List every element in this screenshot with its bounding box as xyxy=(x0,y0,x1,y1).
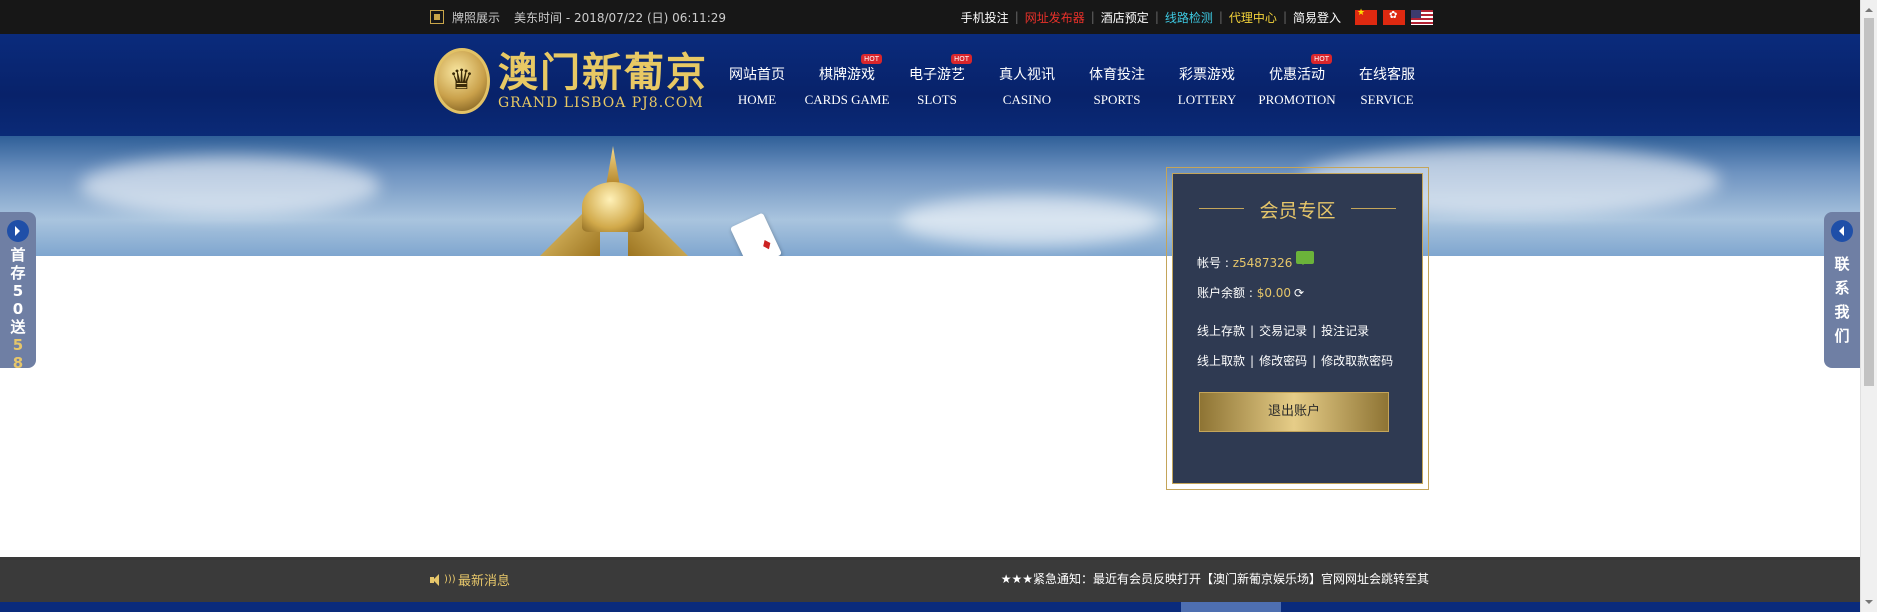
account-row: 帐号 : z5487326 xyxy=(1197,251,1315,271)
hotel-booking-link[interactable]: 酒店预定 xyxy=(1095,9,1155,26)
logo-title: 澳门新葡京 xyxy=(498,49,708,96)
logo-emblem-icon xyxy=(434,48,490,114)
nav-slots[interactable]: HOT 电子游艺 SLOTS xyxy=(892,34,982,136)
hot-badge: HOT xyxy=(1310,54,1332,64)
hk-flag-icon[interactable] xyxy=(1383,9,1405,25)
nav-sports[interactable]: 体育投注 SPORTS xyxy=(1072,34,1162,136)
news-marquee[interactable]: ★★★紧急通知：最近有会员反映打开【澳门新葡京娱乐场】官网网址会跳转至其 xyxy=(1001,557,1429,602)
deposit-promo-tab[interactable]: 首存50送58元 xyxy=(0,212,36,390)
agent-center-link[interactable]: 代理中心 xyxy=(1223,9,1283,26)
simple-login-link[interactable]: 简易登入 xyxy=(1287,9,1347,26)
top-bar-left: 牌照展示 美东时间 - 2018/07/22 (日) 06:11:29 xyxy=(430,0,726,34)
nav-promotion[interactable]: HOT 优惠活动 PROMOTION xyxy=(1252,34,1342,136)
playing-card-image xyxy=(729,212,783,256)
member-panel: 会员专区 帐号 : z5487326 账户余额 : $0.00 ⟳ 线上存款 | 交易… xyxy=(1166,167,1429,490)
member-links-row2: 线上取款 | 修改密码 | 修改取款密码 xyxy=(1197,354,1394,368)
member-links-row1: 线上存款 | 交易记录 | 投注记录 xyxy=(1197,324,1370,338)
header: 澳门新葡京 GRAND LISBOA PJ8.COM 网站首页 HOME HOT… xyxy=(0,34,1860,138)
us-flag-icon[interactable] xyxy=(1411,9,1433,25)
bottom-tab xyxy=(1181,602,1281,612)
license-link[interactable]: 牌照展示 xyxy=(452,9,500,26)
line-check-link[interactable]: 线路检测 xyxy=(1159,9,1219,26)
news-label: ))) 最新消息 xyxy=(430,557,510,602)
arrow-left-icon[interactable] xyxy=(1831,220,1853,242)
speaker-icon: ))) xyxy=(430,573,456,587)
casino-tower-image xyxy=(540,146,690,256)
nav-service[interactable]: 在线客服 SERVICE xyxy=(1342,34,1432,136)
hero-banner xyxy=(0,136,1860,256)
main-nav: 网站首页 HOME HOT 棋牌游戏 CARDS GAME HOT 电子游艺 S… xyxy=(712,34,1432,136)
news-bar: ))) 最新消息 ★★★紧急通知：最近有会员反映打开【澳门新葡京娱乐场】官网网址… xyxy=(0,557,1860,602)
scroll-down-icon[interactable] xyxy=(1865,600,1873,608)
bottom-strip xyxy=(0,602,1860,612)
arrow-right-icon[interactable] xyxy=(7,220,29,242)
account-id: z5487326 xyxy=(1232,256,1293,270)
online-withdraw-link[interactable]: 线上取款 xyxy=(1197,354,1245,368)
logout-button[interactable]: 退出账户 xyxy=(1199,392,1389,432)
balance-value: $0.00 xyxy=(1256,286,1292,300)
hot-badge: HOT xyxy=(950,54,972,64)
top-bar: 牌照展示 美东时间 - 2018/07/22 (日) 06:11:29 手机投注… xyxy=(0,0,1860,34)
nav-casino[interactable]: 真人视讯 CASINO xyxy=(982,34,1072,136)
bet-record-link[interactable]: 投注记录 xyxy=(1321,324,1369,338)
mobile-bet-link[interactable]: 手机投注 xyxy=(955,9,1015,26)
member-panel-title: 会员专区 xyxy=(1173,196,1422,223)
change-withdraw-password-link[interactable]: 修改取款密码 xyxy=(1321,354,1393,368)
refresh-icon[interactable]: ⟳ xyxy=(1294,286,1304,300)
transaction-record-link[interactable]: 交易记录 xyxy=(1259,324,1307,338)
time-display: 美东时间 - 2018/07/22 (日) 06:11:29 xyxy=(514,10,727,25)
nav-lottery[interactable]: 彩票游戏 LOTTERY xyxy=(1162,34,1252,136)
scroll-up-icon[interactable] xyxy=(1865,4,1873,12)
balance-row: 账户余额 : $0.00 ⟳ xyxy=(1197,286,1305,300)
scrollbar[interactable] xyxy=(1860,0,1877,612)
license-icon xyxy=(430,10,444,24)
url-publisher-link[interactable]: 网址发布器 xyxy=(1019,9,1091,26)
contact-us-tab[interactable]: 联系我们 xyxy=(1824,212,1860,368)
logo-subtitle: GRAND LISBOA PJ8.COM xyxy=(498,95,704,111)
top-bar-links: 手机投注 | 网址发布器 | 酒店预定 | 线路检测 | 代理中心 | 简易登入 xyxy=(955,0,1433,34)
change-password-link[interactable]: 修改密码 xyxy=(1259,354,1307,368)
logo[interactable]: 澳门新葡京 GRAND LISBOA PJ8.COM xyxy=(434,48,708,114)
language-flags xyxy=(1355,8,1433,25)
cn-flag-icon[interactable] xyxy=(1355,8,1377,25)
scroll-thumb[interactable] xyxy=(1864,18,1874,386)
nav-home[interactable]: 网站首页 HOME xyxy=(712,34,802,136)
nav-cards-game[interactable]: HOT 棋牌游戏 CARDS GAME xyxy=(802,34,892,136)
message-icon[interactable] xyxy=(1296,251,1315,265)
online-deposit-link[interactable]: 线上存款 xyxy=(1197,324,1245,338)
hot-badge: HOT xyxy=(860,54,882,64)
